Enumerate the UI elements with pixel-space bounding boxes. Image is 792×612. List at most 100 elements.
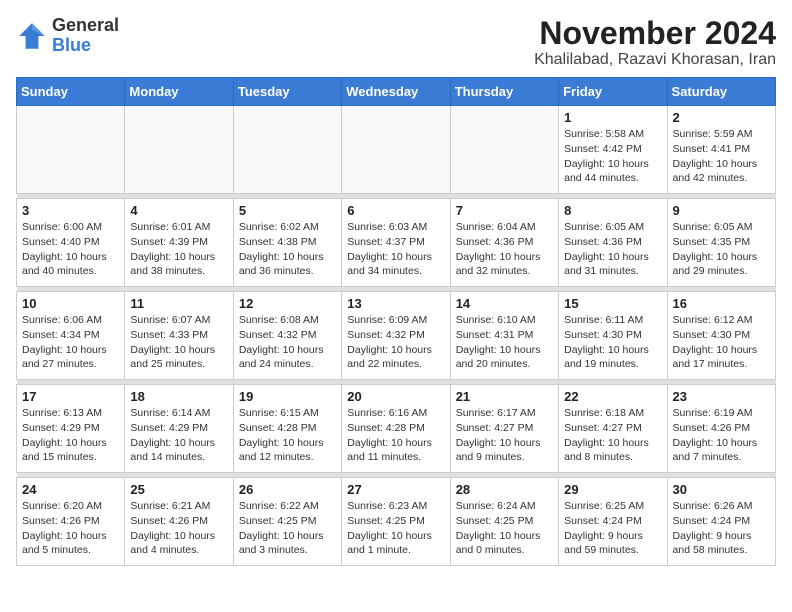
calendar-day-cell: 5Sunrise: 6:02 AM Sunset: 4:38 PM Daylig…: [233, 199, 341, 287]
calendar-day-cell: 27 Sunrise: 6:23 AM Sunset: 4:25 PM Dayli…: [342, 478, 450, 566]
calendar-week-row: 1 Sunrise: 5:58 AM Sunset: 4:42 PM Daylig…: [17, 106, 776, 194]
day-number: 30: [673, 482, 770, 497]
day-info: Sunrise: 6:12 AM Sunset: 4:30 PM Dayligh…: [673, 313, 770, 372]
weekday-header: Wednesday: [342, 78, 450, 106]
day-info: Sunrise: 6:18 AM Sunset: 4:27 PM Dayligh…: [564, 406, 661, 465]
day-number: 27: [347, 482, 444, 497]
day-info: Sunrise: 6:00 AM Sunset: 4:40 PM Dayligh…: [22, 220, 119, 279]
day-number: 22: [564, 389, 661, 404]
day-number: 12: [239, 296, 336, 311]
weekday-header: Friday: [559, 78, 667, 106]
day-info: Sunrise: 6:19 AM Sunset: 4:26 PM Dayligh…: [673, 406, 770, 465]
calendar-week-row: 10 Sunrise: 6:06 AM Sunset: 4:34 PM Dayli…: [17, 292, 776, 380]
day-number: 7: [456, 203, 553, 218]
day-number: 20: [347, 389, 444, 404]
day-number: 14: [456, 296, 553, 311]
day-info: Sunrise: 6:26 AM Sunset: 4:24 PM Dayligh…: [673, 499, 770, 558]
day-info: Sunrise: 6:09 AM Sunset: 4:32 PM Dayligh…: [347, 313, 444, 372]
day-info: Sunrise: 5:59 AM Sunset: 4:41 PM Dayligh…: [673, 127, 770, 186]
calendar-day-cell: 24Sunrise: 6:20 AM Sunset: 4:26 PM Dayli…: [17, 478, 125, 566]
calendar-day-cell: 26Sunrise: 6:22 AM Sunset: 4:25 PM Dayli…: [233, 478, 341, 566]
day-info: Sunrise: 6:10 AM Sunset: 4:31 PM Dayligh…: [456, 313, 553, 372]
calendar-day-cell: 4Sunrise: 6:01 AM Sunset: 4:39 PM Daylig…: [125, 199, 233, 287]
day-number: 5: [239, 203, 336, 218]
calendar-day-cell: [342, 106, 450, 194]
calendar-day-cell: 25Sunrise: 6:21 AM Sunset: 4:26 PM Dayli…: [125, 478, 233, 566]
calendar-day-cell: 3 Sunrise: 6:00 AM Sunset: 4:40 PM Daylig…: [17, 199, 125, 287]
day-info: Sunrise: 6:11 AM Sunset: 4:30 PM Dayligh…: [564, 313, 661, 372]
calendar-day-cell: 18 Sunrise: 6:14 AM Sunset: 4:29 PM Dayli…: [125, 385, 233, 473]
weekday-header-row: SundayMondayTuesdayWednesdayThursdayFrid…: [17, 78, 776, 106]
calendar-day-cell: 7 Sunrise: 6:04 AM Sunset: 4:36 PM Daylig…: [450, 199, 558, 287]
calendar-day-cell: 9 Sunrise: 6:05 AM Sunset: 4:35 PM Daylig…: [667, 199, 775, 287]
calendar-day-cell: 30 Sunrise: 6:26 AM Sunset: 4:24 PM Dayli…: [667, 478, 775, 566]
calendar-day-cell: 21 Sunrise: 6:17 AM Sunset: 4:27 PM Dayli…: [450, 385, 558, 473]
day-info: Sunrise: 6:06 AM Sunset: 4:34 PM Dayligh…: [22, 313, 119, 372]
day-number: 9: [673, 203, 770, 218]
page-header: General Blue November 2024 Khalilabad, R…: [16, 16, 776, 69]
calendar-day-cell: [125, 106, 233, 194]
day-number: 11: [130, 296, 227, 311]
calendar-day-cell: 29 Sunrise: 6:25 AM Sunset: 4:24 PM Dayli…: [559, 478, 667, 566]
day-info: Sunrise: 6:17 AM Sunset: 4:27 PM Dayligh…: [456, 406, 553, 465]
weekday-header: Thursday: [450, 78, 558, 106]
calendar-day-cell: 13 Sunrise: 6:09 AM Sunset: 4:32 PM Dayli…: [342, 292, 450, 380]
day-number: 29: [564, 482, 661, 497]
day-info: Sunrise: 6:13 AM Sunset: 4:29 PM Dayligh…: [22, 406, 119, 465]
calendar-day-cell: 14 Sunrise: 6:10 AM Sunset: 4:31 PM Dayli…: [450, 292, 558, 380]
day-number: 21: [456, 389, 553, 404]
calendar-day-cell: 8 Sunrise: 6:05 AM Sunset: 4:36 PM Daylig…: [559, 199, 667, 287]
day-number: 6: [347, 203, 444, 218]
day-info: Sunrise: 6:04 AM Sunset: 4:36 PM Dayligh…: [456, 220, 553, 279]
day-info: Sunrise: 5:58 AM Sunset: 4:42 PM Dayligh…: [564, 127, 661, 186]
day-info: Sunrise: 6:16 AM Sunset: 4:28 PM Dayligh…: [347, 406, 444, 465]
calendar-week-row: 3 Sunrise: 6:00 AM Sunset: 4:40 PM Daylig…: [17, 199, 776, 287]
calendar-day-cell: [450, 106, 558, 194]
logo: General Blue: [16, 16, 119, 56]
day-number: 10: [22, 296, 119, 311]
day-info: Sunrise: 6:05 AM Sunset: 4:35 PM Dayligh…: [673, 220, 770, 279]
day-info: Sunrise: 6:20 AM Sunset: 4:26 PM Dayligh…: [22, 499, 119, 558]
day-number: 8: [564, 203, 661, 218]
day-info: Sunrise: 6:15 AM Sunset: 4:28 PM Dayligh…: [239, 406, 336, 465]
weekday-header: Sunday: [17, 78, 125, 106]
day-info: Sunrise: 6:14 AM Sunset: 4:29 PM Dayligh…: [130, 406, 227, 465]
day-number: 4: [130, 203, 227, 218]
calendar-day-cell: 1 Sunrise: 5:58 AM Sunset: 4:42 PM Daylig…: [559, 106, 667, 194]
weekday-header: Saturday: [667, 78, 775, 106]
calendar-day-cell: 2 Sunrise: 5:59 AM Sunset: 4:41 PM Daylig…: [667, 106, 775, 194]
calendar-day-cell: 22 Sunrise: 6:18 AM Sunset: 4:27 PM Dayli…: [559, 385, 667, 473]
calendar-day-cell: 19Sunrise: 6:15 AM Sunset: 4:28 PM Dayli…: [233, 385, 341, 473]
calendar-table: SundayMondayTuesdayWednesdayThursdayFrid…: [16, 77, 776, 566]
day-number: 3: [22, 203, 119, 218]
day-info: Sunrise: 6:07 AM Sunset: 4:33 PM Dayligh…: [130, 313, 227, 372]
day-number: 18: [130, 389, 227, 404]
calendar-day-cell: [17, 106, 125, 194]
calendar-day-cell: 11 Sunrise: 6:07 AM Sunset: 4:33 PM Dayli…: [125, 292, 233, 380]
logo-icon: [16, 20, 48, 52]
day-info: Sunrise: 6:21 AM Sunset: 4:26 PM Dayligh…: [130, 499, 227, 558]
day-number: 26: [239, 482, 336, 497]
weekday-header: Tuesday: [233, 78, 341, 106]
day-number: 2: [673, 110, 770, 125]
calendar-day-cell: 15Sunrise: 6:11 AM Sunset: 4:30 PM Dayli…: [559, 292, 667, 380]
calendar-day-cell: 16Sunrise: 6:12 AM Sunset: 4:30 PM Dayli…: [667, 292, 775, 380]
calendar-day-cell: 17 Sunrise: 6:13 AM Sunset: 4:29 PM Dayli…: [17, 385, 125, 473]
month-title: November 2024: [534, 16, 776, 51]
day-info: Sunrise: 6:03 AM Sunset: 4:37 PM Dayligh…: [347, 220, 444, 279]
title-block: November 2024 Khalilabad, Razavi Khorasa…: [534, 16, 776, 69]
day-number: 17: [22, 389, 119, 404]
calendar-day-cell: 20 Sunrise: 6:16 AM Sunset: 4:28 PM Dayli…: [342, 385, 450, 473]
day-info: Sunrise: 6:23 AM Sunset: 4:25 PM Dayligh…: [347, 499, 444, 558]
day-number: 1: [564, 110, 661, 125]
calendar-day-cell: 28 Sunrise: 6:24 AM Sunset: 4:25 PM Dayli…: [450, 478, 558, 566]
calendar-week-row: 24Sunrise: 6:20 AM Sunset: 4:26 PM Dayli…: [17, 478, 776, 566]
day-info: Sunrise: 6:08 AM Sunset: 4:32 PM Dayligh…: [239, 313, 336, 372]
day-info: Sunrise: 6:24 AM Sunset: 4:25 PM Dayligh…: [456, 499, 553, 558]
day-number: 13: [347, 296, 444, 311]
day-number: 28: [456, 482, 553, 497]
day-info: Sunrise: 6:05 AM Sunset: 4:36 PM Dayligh…: [564, 220, 661, 279]
day-info: Sunrise: 6:25 AM Sunset: 4:24 PM Dayligh…: [564, 499, 661, 558]
weekday-header: Monday: [125, 78, 233, 106]
calendar-day-cell: 6 Sunrise: 6:03 AM Sunset: 4:37 PM Daylig…: [342, 199, 450, 287]
